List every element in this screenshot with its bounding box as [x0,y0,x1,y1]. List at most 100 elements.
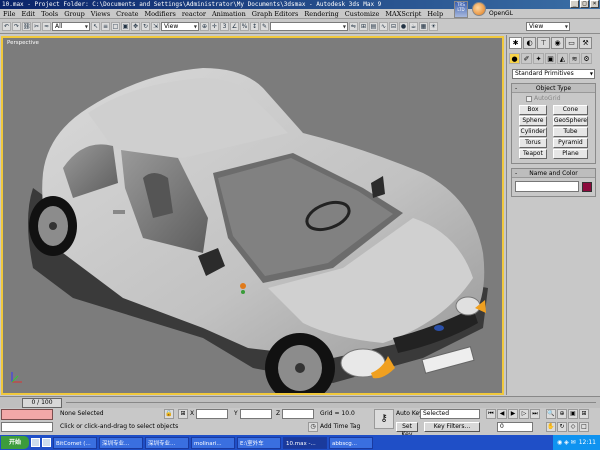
shapes-icon[interactable]: ✐ [521,53,532,64]
zoom-icon[interactable]: 🔍 [546,409,556,419]
bind-spacewarp-icon[interactable]: ≈ [42,22,51,31]
render-type-dropdown[interactable]: View [526,22,570,31]
plane-button[interactable]: Plane [552,149,588,159]
maximize-viewport-icon[interactable]: □ [579,422,589,432]
menu-reactor[interactable]: reactor [182,9,206,18]
autogrid-check[interactable] [526,95,532,102]
time-tag-icon[interactable]: ◷ [308,422,318,432]
maximize-button[interactable]: □ [580,0,589,8]
task-molinari[interactable]: molinari... [191,436,235,449]
unlink-icon[interactable]: ✂ [32,22,41,31]
box-button[interactable]: Box [519,105,547,115]
redo-icon[interactable]: ↷ [12,22,21,31]
primitive-category-dropdown[interactable]: Standard Primitives [512,69,595,79]
go-to-end-icon[interactable]: ⏭ [530,409,540,419]
maxscript-listener-mini[interactable] [1,409,53,420]
zoom-extents-icon[interactable]: ▣ [568,409,578,419]
minimize-button[interactable]: _ [570,0,579,8]
render-frame-icon[interactable]: ▦ [419,22,428,31]
material-editor-icon[interactable]: ● [399,22,408,31]
perspective-viewport[interactable]: Perspective [1,36,504,395]
mirror-icon[interactable]: ⇋ [349,22,358,31]
selection-filter-dropdown[interactable]: All [52,22,90,31]
snap-toggle-icon[interactable]: 3 [220,22,229,31]
helpers-icon[interactable]: ◭ [557,53,568,64]
angle-snap-icon[interactable]: ∠ [230,22,239,31]
tray-icons[interactable]: ◉ ◈ ✉ [557,435,576,450]
task-browser-2[interactable]: 深圳专业... [145,436,189,449]
x-coordinate-field[interactable] [196,409,228,419]
quicklaunch-ie-icon[interactable] [31,438,40,447]
next-frame-icon[interactable]: ▷ [519,409,529,419]
reference-coordinate-dropdown[interactable]: View [161,22,199,31]
cone-button[interactable]: Cone [552,105,588,115]
task-bitcomet[interactable]: BitComet (... [53,436,97,449]
named-selection-sets-dropdown[interactable] [270,22,348,31]
pivot-center-icon[interactable]: ⊕ [200,22,209,31]
sphere-button[interactable]: Sphere [519,116,547,126]
task-3dsmax[interactable]: 10.max -... [283,436,327,449]
render-setup-icon[interactable]: ☕ [409,22,418,31]
menu-help[interactable]: Help [427,9,443,18]
viewport-label[interactable]: Perspective [7,40,39,46]
named-selection-icon[interactable]: ✎ [260,22,269,31]
cameras-icon[interactable]: ▣ [545,53,556,64]
schematic-view-icon[interactable]: ⊟ [389,22,398,31]
time-slider[interactable]: 0 / 100 [0,396,600,408]
auto-key-label[interactable]: Auto Key [396,409,423,419]
menu-customize[interactable]: Customize [345,9,380,18]
selected-dropdown[interactable]: Selected [420,409,480,419]
z-coordinate-field[interactable] [282,409,314,419]
window-crossing-icon[interactable]: ▣ [121,22,130,31]
menu-file[interactable]: File [3,9,16,18]
geosphere-button[interactable]: GeoSphere [552,116,588,126]
current-frame-field[interactable]: 0 [497,422,533,432]
select-link-icon[interactable]: ⛓ [22,22,31,31]
menu-edit[interactable]: Edit [22,9,36,18]
close-button[interactable]: × [590,0,599,8]
field-of-view-icon[interactable]: ◇ [568,422,578,432]
zoom-extents-all-icon[interactable]: ⊞ [579,409,589,419]
object-name-field[interactable] [515,181,579,192]
select-object-icon[interactable]: ↖ [91,22,100,31]
menu-animation[interactable]: Animation [212,9,246,18]
lock-selection-icon[interactable]: 🔒 [164,409,174,419]
object-color-swatch[interactable] [582,181,592,192]
pan-icon[interactable]: ✋ [546,422,556,432]
time-slider-thumb[interactable]: 0 / 100 [22,398,62,408]
quicklaunch-desktop-icon[interactable] [42,438,51,447]
geometry-icon[interactable]: ● [509,53,520,64]
lights-icon[interactable]: ✦ [533,53,544,64]
torus-button[interactable]: Torus [519,138,547,148]
manipulate-icon[interactable]: ✛ [210,22,219,31]
previous-frame-icon[interactable]: ◀ [497,409,507,419]
menu-graph-editors[interactable]: Graph Editors [252,9,299,18]
absolute-mode-icon[interactable]: ⊞ [178,409,188,419]
menu-tools[interactable]: Tools [41,9,58,18]
align-icon[interactable]: ⊞ [359,22,368,31]
name-color-header[interactable]: - Name and Color [512,169,595,178]
rectangular-selection-icon[interactable]: □ [111,22,120,31]
add-time-tag[interactable]: Add Time Tag [320,422,360,432]
menu-group[interactable]: Group [64,9,85,18]
task-explorer[interactable]: E:\室外车 [237,436,281,449]
key-filters-button[interactable]: Key Filters... [424,422,480,432]
start-button[interactable]: 开始 [1,436,29,449]
go-to-start-icon[interactable]: ⏮ [486,409,496,419]
quick-render-icon[interactable]: ☀ [429,22,438,31]
menu-create[interactable]: Create [116,9,138,18]
pyramid-button[interactable]: Pyramid [552,138,588,148]
object-type-header[interactable]: - Object Type [512,84,595,93]
undo-icon[interactable]: ↶ [2,22,11,31]
task-browser-1[interactable]: 深圳专业... [99,436,143,449]
systems-icon[interactable]: ⚙ [581,53,592,64]
select-move-icon[interactable]: ✥ [131,22,140,31]
motion-tab-icon[interactable]: ◉ [551,37,564,49]
select-scale-icon[interactable]: ⇲ [151,22,160,31]
menu-views[interactable]: Views [91,9,110,18]
hierarchy-tab-icon[interactable]: ⊤ [537,37,550,49]
spacewarps-icon[interactable]: ≋ [569,53,580,64]
cylinder-button[interactable]: Cylinder [519,127,547,137]
tube-button[interactable]: Tube [552,127,588,137]
select-by-name-icon[interactable]: ≡ [101,22,110,31]
